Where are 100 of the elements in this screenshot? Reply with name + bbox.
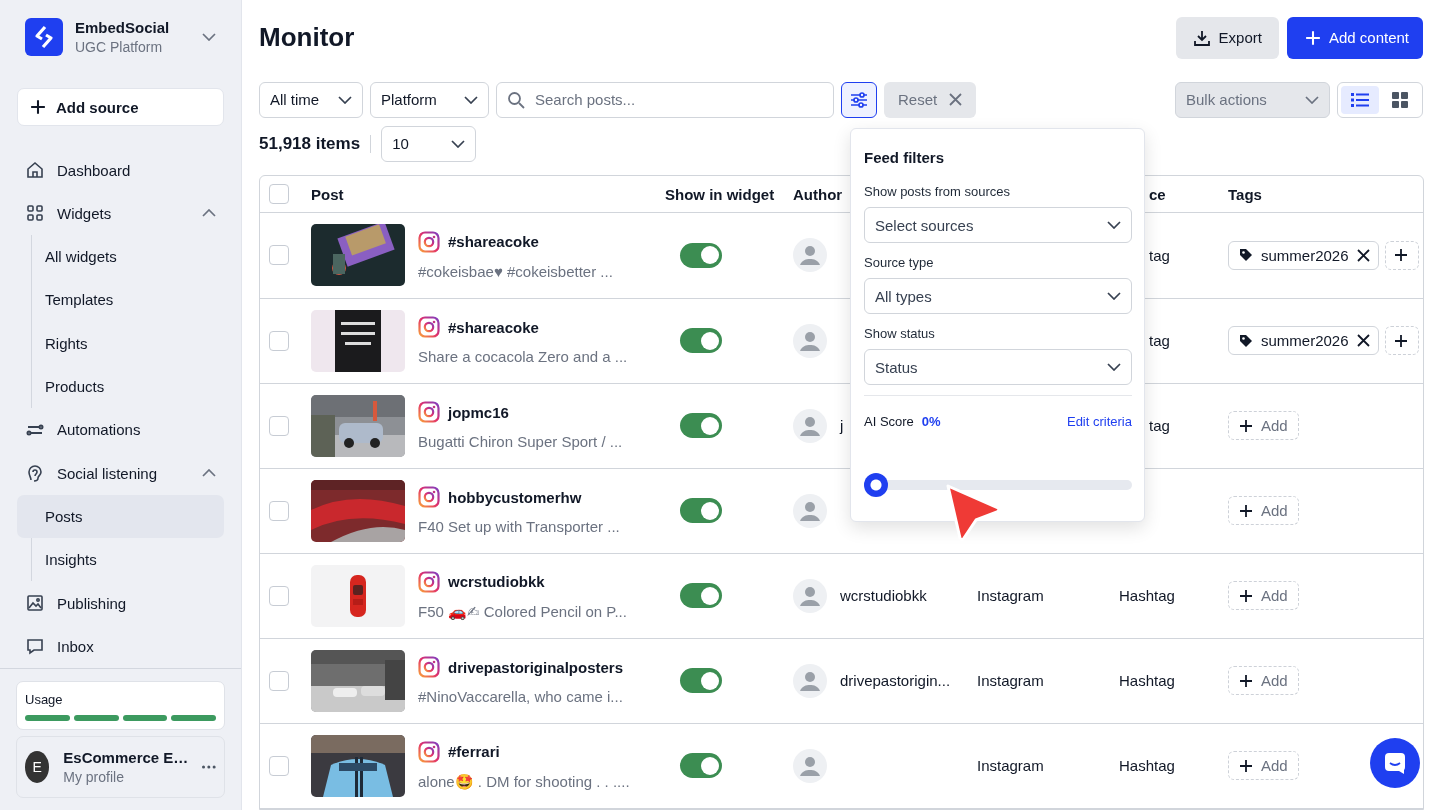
platform-select[interactable]: Platform: [370, 81, 489, 118]
chevron-down-icon: [1107, 221, 1121, 229]
add-tag-button[interactable]: [1384, 326, 1419, 356]
search-field[interactable]: Search posts...: [496, 81, 834, 118]
sources-select[interactable]: Select sources: [864, 207, 1132, 243]
post-text: F50 🚗✍ Colored Pencil on P...: [418, 602, 627, 621]
source-type-select[interactable]: All types: [864, 278, 1132, 314]
add-tag-button[interactable]: Add: [1228, 411, 1299, 441]
add-source-button[interactable]: Add source: [17, 88, 224, 127]
date-select[interactable]: All time: [259, 81, 363, 118]
row-checkbox[interactable]: [269, 755, 289, 776]
chevron-down-icon: [451, 139, 466, 148]
add-tag-button[interactable]: Add: [1228, 496, 1299, 526]
field-label: Source type: [864, 255, 935, 270]
nav-subitem[interactable]: Templates: [17, 278, 224, 322]
post-text: Share a cocacola Zero and a ...: [418, 348, 628, 366]
chevron-up-icon: [202, 209, 216, 218]
nav-subitem[interactable]: Products: [17, 364, 224, 409]
post-title: #ferrari: [448, 743, 500, 761]
post-title: hobbycustomerhw: [448, 488, 582, 506]
profile-subtitle: My profile: [63, 769, 125, 785]
filter-button[interactable]: [841, 81, 877, 118]
item-count: 51,918 items: [259, 133, 361, 154]
reset-button[interactable]: Reset: [884, 81, 977, 118]
nav-subitem[interactable]: Insights: [17, 538, 224, 582]
chat-button[interactable]: [1370, 738, 1420, 788]
post-title: wcrstudiobkk: [448, 573, 545, 591]
add-tag-button[interactable]: [1384, 240, 1419, 270]
list-icon: [1351, 92, 1369, 107]
chat-icon: [25, 636, 45, 657]
profile-name: EsCommerce E…: [63, 749, 189, 766]
nav-item[interactable]: Widgets: [17, 191, 224, 236]
show-toggle[interactable]: [680, 753, 722, 779]
bulk-actions-select[interactable]: Bulk actions: [1175, 81, 1330, 118]
plus-icon: [1239, 503, 1253, 518]
nav-item[interactable]: Dashboard: [17, 148, 224, 192]
list-view-button[interactable]: [1341, 85, 1379, 114]
show-toggle[interactable]: [680, 413, 722, 439]
source-cell: Hashtag: [1119, 757, 1175, 775]
row-checkbox[interactable]: [269, 585, 289, 606]
post-title: drivepastoriginalposters: [448, 658, 624, 676]
nav-item[interactable]: Inbox: [17, 624, 224, 668]
home-icon: [25, 160, 45, 181]
popup-title: Feed filters: [864, 149, 946, 166]
page-size-select[interactable]: 10: [381, 125, 477, 162]
more-icon[interactable]: [202, 765, 216, 769]
add-tag-button[interactable]: Add: [1228, 581, 1299, 611]
row-checkbox[interactable]: [269, 330, 289, 351]
instagram-icon: [418, 656, 440, 679]
show-toggle[interactable]: [680, 242, 722, 268]
source-cell: Hashtag: [1119, 587, 1175, 605]
export-button[interactable]: Export: [1175, 16, 1279, 59]
field-label: Show posts from sources: [864, 184, 1011, 199]
select-all-checkbox[interactable]: [269, 184, 289, 205]
grid-icon: [25, 203, 45, 224]
nav-subitem[interactable]: Posts: [17, 494, 224, 539]
tag-chip: summer2026: [1228, 326, 1379, 356]
column-header: Tags: [1227, 185, 1262, 203]
row-checkbox[interactable]: [269, 670, 289, 691]
column-header: Author: [793, 185, 843, 203]
platform-cell: Instagram: [977, 757, 1044, 775]
ai-score-slider[interactable]: [864, 473, 1132, 497]
add-tag-button[interactable]: Add: [1228, 666, 1299, 696]
nav-item[interactable]: Social listening: [17, 451, 224, 495]
show-toggle[interactable]: [680, 328, 722, 354]
row-checkbox[interactable]: [269, 500, 289, 521]
post-text: alone🤩 . DM for shooting . . ....: [418, 772, 630, 791]
plus-icon: [1239, 588, 1253, 603]
plus-icon: [1304, 29, 1321, 46]
platform-cell: Instagram: [977, 587, 1044, 605]
brand-subtitle: UGC Platform: [75, 38, 164, 55]
nav-subitem[interactable]: All widgets: [17, 235, 224, 279]
nav-item[interactable]: Automations: [17, 408, 224, 452]
row-checkbox[interactable]: [269, 415, 289, 436]
show-toggle[interactable]: [680, 498, 722, 524]
user-avatar-icon: [793, 238, 827, 273]
ear-icon: [25, 463, 45, 484]
show-toggle[interactable]: [680, 668, 722, 694]
source-cell: tag: [1149, 332, 1170, 350]
edit-criteria-link[interactable]: Edit criteria: [1066, 414, 1132, 429]
user-avatar-icon: [793, 493, 827, 528]
add-content-button[interactable]: Add content: [1286, 16, 1423, 59]
tag-icon: [1239, 248, 1253, 263]
logo-icon: [25, 17, 63, 56]
profile-card[interactable]: E EsCommerce E… My profile: [16, 736, 225, 798]
close-icon[interactable]: [1356, 334, 1370, 348]
post-title: jopmc16: [448, 403, 509, 421]
plus-icon: [1239, 758, 1253, 773]
close-icon[interactable]: [1356, 248, 1370, 262]
nav-item[interactable]: Publishing: [17, 581, 224, 625]
slider-thumb[interactable]: [864, 473, 888, 497]
row-checkbox[interactable]: [269, 245, 289, 266]
tag-icon: [1239, 333, 1253, 348]
post-title: #shareacoke: [448, 318, 539, 336]
chevron-down-icon: [1107, 363, 1121, 371]
status-select[interactable]: Status: [864, 349, 1132, 385]
nav-subitem[interactable]: Rights: [17, 321, 224, 365]
show-toggle[interactable]: [680, 583, 722, 609]
user-avatar-icon: [793, 323, 827, 358]
add-tag-button[interactable]: Add: [1228, 751, 1299, 781]
